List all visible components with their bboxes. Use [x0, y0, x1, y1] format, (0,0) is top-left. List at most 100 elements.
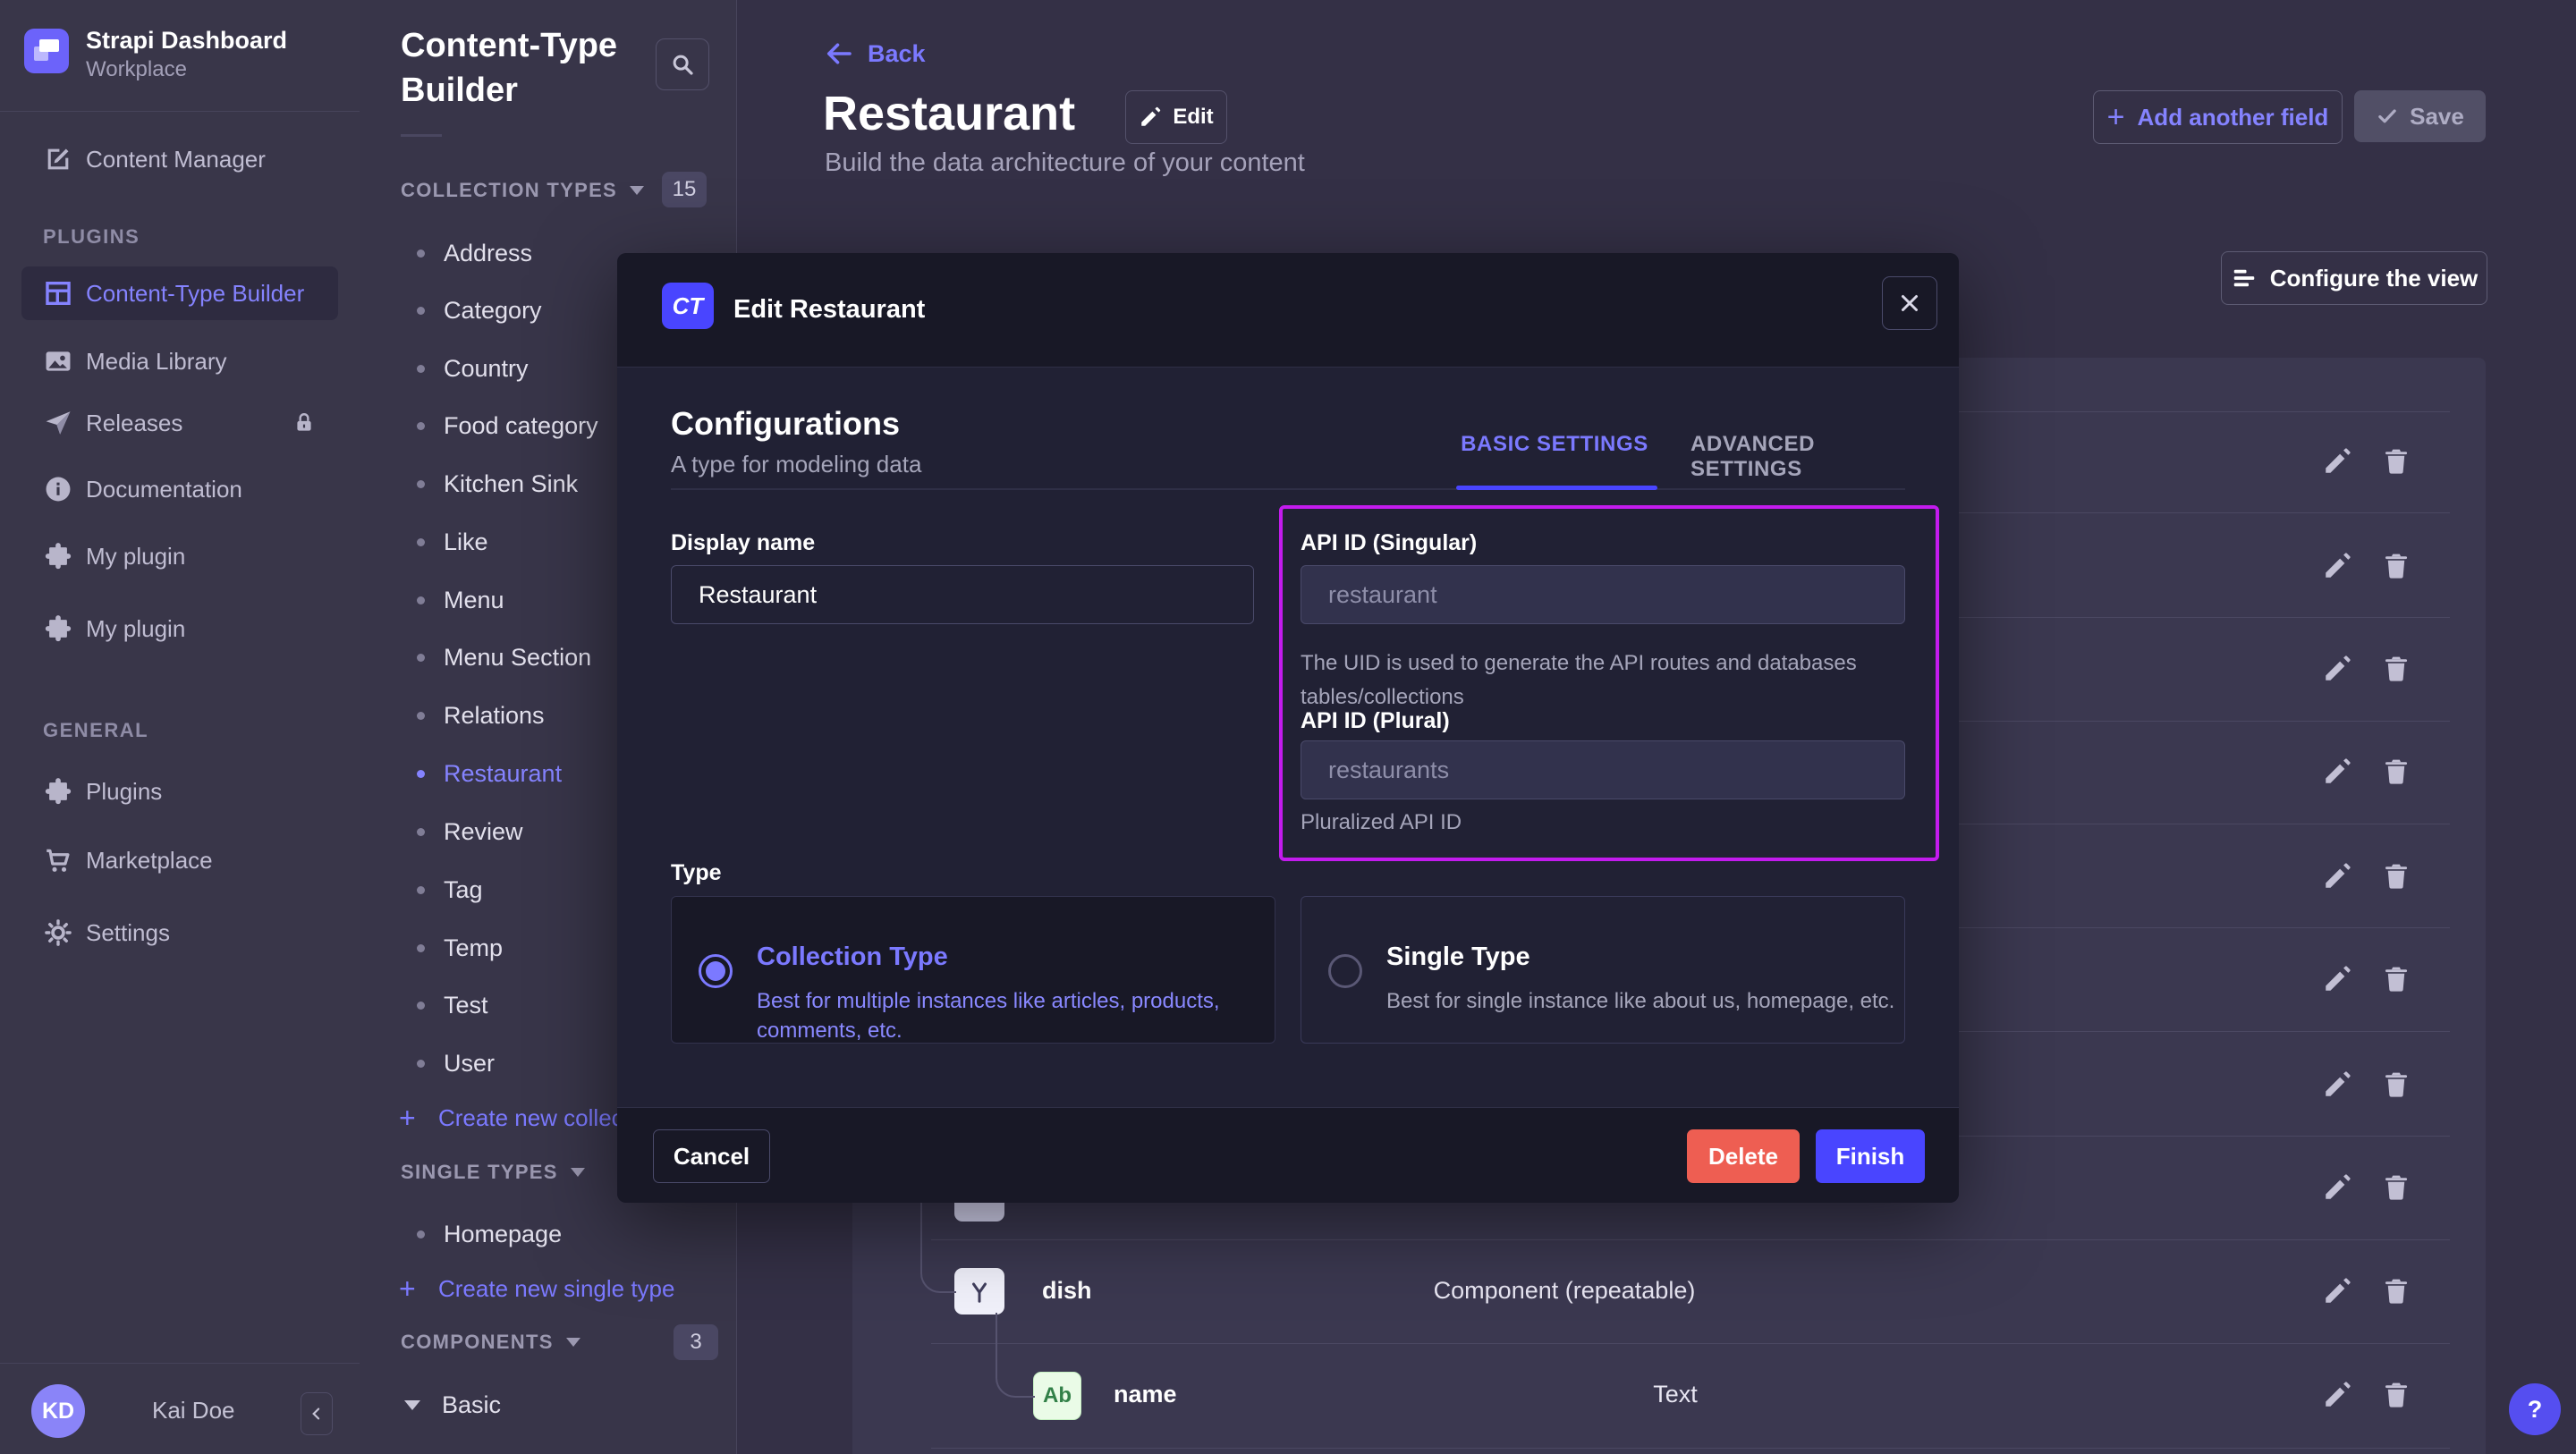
sidebar-item-plugins[interactable]: Plugins: [0, 763, 360, 820]
option-title: Collection Type: [757, 943, 948, 972]
delete-field-button[interactable]: [2378, 651, 2414, 687]
page-subtitle: Build the data architecture of your cont…: [825, 148, 1305, 178]
sidebar-item-releases[interactable]: Releases: [0, 394, 360, 452]
sidebar-item-settings[interactable]: Settings: [0, 904, 360, 961]
single-type-option[interactable]: Single Type Best for single instance lik…: [1301, 896, 1905, 1044]
display-name-input[interactable]: Restaurant: [671, 565, 1254, 624]
delete-field-button[interactable]: [2378, 1170, 2414, 1205]
delete-field-button[interactable]: [2378, 1273, 2414, 1309]
cancel-button[interactable]: Cancel: [653, 1129, 770, 1183]
delete-field-button[interactable]: [2378, 754, 2414, 790]
finish-button[interactable]: Finish: [1816, 1129, 1925, 1183]
chevron-left-icon: [308, 1405, 326, 1423]
radio-unselected-icon[interactable]: [1328, 954, 1362, 988]
delete-field-button[interactable]: [2378, 858, 2414, 894]
configure-view-button[interactable]: Configure the view: [2221, 251, 2487, 305]
chevron-down-icon: [566, 1338, 580, 1347]
api-id-plural-input[interactable]: restaurants: [1301, 740, 1905, 799]
sidebar-item-label: Content Manager: [86, 146, 266, 173]
edit-field-button[interactable]: [2319, 1067, 2355, 1103]
collapse-sidebar-button[interactable]: [301, 1392, 333, 1435]
delete-field-button[interactable]: [2378, 444, 2414, 479]
user-name: Kai Doe: [152, 1397, 235, 1424]
modal-footer: Cancel Delete Finish: [617, 1107, 1959, 1203]
save-button[interactable]: Save: [2354, 90, 2486, 142]
sidebar-item-marketplace[interactable]: Marketplace: [0, 832, 360, 889]
field-type: Component (repeatable): [1434, 1277, 1696, 1305]
sidebar-item-media-library[interactable]: Media Library: [0, 333, 360, 390]
plus-icon: +: [399, 1102, 416, 1135]
edit-restaurant-modal: CT Edit Restaurant Configurations A type…: [617, 253, 1959, 1203]
delete-button[interactable]: Delete: [1687, 1129, 1800, 1183]
edit-field-button[interactable]: [2319, 444, 2355, 479]
strapi-logo[interactable]: [24, 29, 69, 73]
delete-field-button[interactable]: [2378, 1377, 2414, 1413]
edit-field-button[interactable]: [2319, 1377, 2355, 1413]
row-actions: [2319, 444, 2414, 479]
gear-icon: [43, 917, 73, 948]
trash-icon: [2381, 964, 2411, 994]
single-types-header[interactable]: SINGLE TYPES: [401, 1154, 585, 1190]
api-id-singular-input[interactable]: restaurant: [1301, 565, 1905, 624]
sidebar-item-my-plugin-2[interactable]: My plugin: [0, 600, 360, 657]
help-button[interactable]: ?: [2509, 1383, 2561, 1435]
configurations-title: Configurations: [671, 405, 900, 443]
divider: [0, 111, 360, 112]
edit-field-button[interactable]: [2319, 961, 2355, 997]
tab-basic-settings[interactable]: BASIC SETTINGS: [1461, 432, 1648, 457]
radio-selected-icon[interactable]: [699, 954, 733, 988]
delete-field-button[interactable]: [2378, 961, 2414, 997]
sidebar-item-my-plugin-1[interactable]: My plugin: [0, 528, 360, 585]
components-header[interactable]: COMPONENTS: [401, 1324, 580, 1360]
row-actions: [2319, 858, 2414, 894]
collection-type-option[interactable]: Collection Type Best for multiple instan…: [671, 896, 1275, 1044]
sidebar-item-content-manager[interactable]: Content Manager: [0, 131, 360, 188]
info-icon: [43, 474, 73, 504]
sidebar-item-label: Releases: [86, 410, 182, 437]
edit-field-button[interactable]: [2319, 858, 2355, 894]
edit-button[interactable]: Edit: [1125, 90, 1227, 144]
puzzle-icon: [43, 776, 73, 807]
single-item-homepage[interactable]: Homepage: [360, 1205, 736, 1263]
row-actions: [2319, 1067, 2414, 1103]
option-description: Best for single instance like about us, …: [1386, 986, 1923, 1016]
chevron-down-icon: [630, 186, 644, 195]
api-id-singular-label: API ID (Singular): [1301, 530, 1477, 556]
search-button[interactable]: [656, 38, 709, 90]
trash-icon: [2381, 1172, 2411, 1203]
collection-types-header[interactable]: COLLECTION TYPES: [401, 173, 644, 208]
pencil-icon: [2322, 964, 2352, 994]
row-actions: [2319, 754, 2414, 790]
edit-field-button[interactable]: [2319, 1273, 2355, 1309]
layout-grid-icon: [43, 278, 73, 309]
sidebar-item-content-type-builder[interactable]: Content-Type Builder: [21, 266, 338, 320]
text-type-badge: Ab: [1033, 1372, 1081, 1420]
strapi-app: Strapi Dashboard Workplace Content Manag…: [0, 0, 2576, 1454]
close-button[interactable]: [1882, 276, 1937, 330]
filter-lines-icon: [2231, 265, 2258, 292]
delete-field-button[interactable]: [2378, 1067, 2414, 1103]
delete-field-button[interactable]: [2378, 548, 2414, 584]
tab-advanced-settings[interactable]: ADVANCED SETTINGS: [1690, 432, 1869, 482]
edit-field-button[interactable]: [2319, 548, 2355, 584]
pencil-icon: [2322, 757, 2352, 787]
back-link[interactable]: Back: [823, 38, 926, 70]
close-icon: [1896, 290, 1923, 317]
trash-icon: [2381, 1276, 2411, 1306]
plus-icon: +: [399, 1272, 416, 1306]
create-single-type-link[interactable]: +Create new single type: [360, 1260, 736, 1317]
edit-field-button[interactable]: [2319, 651, 2355, 687]
add-another-field-button[interactable]: + Add another field: [2093, 90, 2343, 144]
sidebar-item-documentation[interactable]: Documentation: [0, 461, 360, 518]
search-icon: [669, 51, 696, 78]
option-description: Best for multiple instances like article…: [757, 986, 1258, 1045]
main-sidebar: Strapi Dashboard Workplace Content Manag…: [0, 0, 360, 1454]
avatar[interactable]: KD: [31, 1384, 85, 1438]
sidebar-item-label: Settings: [86, 919, 170, 947]
component-group-basic[interactable]: Basic: [360, 1376, 736, 1433]
edit-field-button[interactable]: [2319, 1170, 2355, 1205]
row-actions: [2319, 961, 2414, 997]
divider: [931, 1239, 2450, 1240]
divider: [401, 134, 442, 137]
edit-field-button[interactable]: [2319, 754, 2355, 790]
